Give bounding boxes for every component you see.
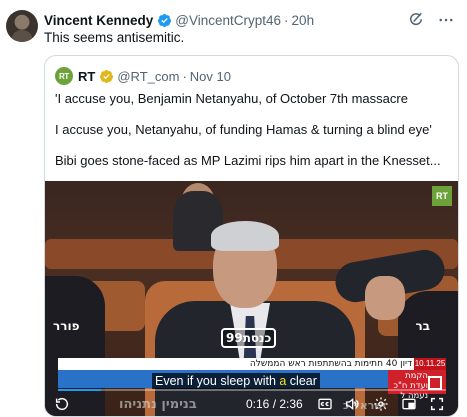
speaker-hand [365,276,405,320]
quote-paragraph: Bibi goes stone-faced as MP Lazimi rips … [55,153,441,168]
news-headline: דיון 40 חתימות בהשתתפות ראש הממשלה [249,359,412,369]
rt-avatar[interactable]: RT [55,67,73,85]
more-icon[interactable] [437,11,455,29]
progress-bar[interactable] [58,389,446,391]
quote-text: 'I accuse you, Benjamin Netanyahu, of Oc… [55,91,450,184]
captions-icon[interactable] [317,396,333,412]
video-controls: 0:16 / 2:36 [45,393,458,416]
verified-badge-icon [100,69,114,83]
grok-icon[interactable] [407,11,425,29]
subtitle-caption: Even if you sleep with a clear [152,373,320,389]
overlay-text-left: פורר [53,319,80,333]
separator-dot: · [182,68,187,84]
channel-logo: כנסת99 [221,328,277,348]
quote-paragraph: 'I accuse you, Benjamin Netanyahu, of Oc… [55,91,408,106]
rewind-icon[interactable] [54,396,70,412]
progress-fill [58,389,101,391]
quoted-tweet[interactable]: RT RT @RT_com · Nov 10 'I accuse you, Be… [44,55,459,417]
channel-corner-logo [428,376,442,390]
rt-watermark: RT [432,186,452,206]
pip-icon[interactable] [401,396,417,412]
verified-badge-icon [158,13,172,27]
fullscreen-icon[interactable] [429,396,445,412]
quote-paragraph: I accuse you, Netanyahu, of funding Hama… [55,122,432,137]
caption-text: Even if you sleep with [155,374,280,388]
news-date: 10.11.25 [414,358,446,370]
settings-icon[interactable] [373,396,389,412]
display-name[interactable]: Vincent Kennedy [44,13,153,28]
quote-display-name[interactable]: RT [78,69,95,84]
timestamp[interactable]: 20h [292,13,315,28]
quote-handle[interactable]: @RT_com [117,69,179,84]
separator-dot: · [284,12,289,28]
avatar[interactable] [6,10,38,42]
caption-text: clear [286,374,317,388]
quote-date[interactable]: Nov 10 [190,69,231,84]
time-readout: 0:16 / 2:36 [246,397,303,411]
news-ticker: דיון 40 חתימות בהשתתפות ראש הממשלה 10.11… [58,358,446,370]
volume-icon[interactable] [344,396,360,412]
video-player[interactable]: RT פורר בר כנסת99 דיון 40 חתימות בהשתתפו… [45,181,458,416]
handle[interactable]: @VincentCrypt46 [175,13,281,28]
tweet-header: Vincent Kennedy @VincentCrypt46 · 20h [44,11,457,29]
quote-header: RT RT @RT_com · Nov 10 [55,67,231,85]
speaker-hair [211,221,279,251]
tweet-text: This seems antisemitic. [44,30,185,45]
overlay-text-right: בר [415,319,430,333]
